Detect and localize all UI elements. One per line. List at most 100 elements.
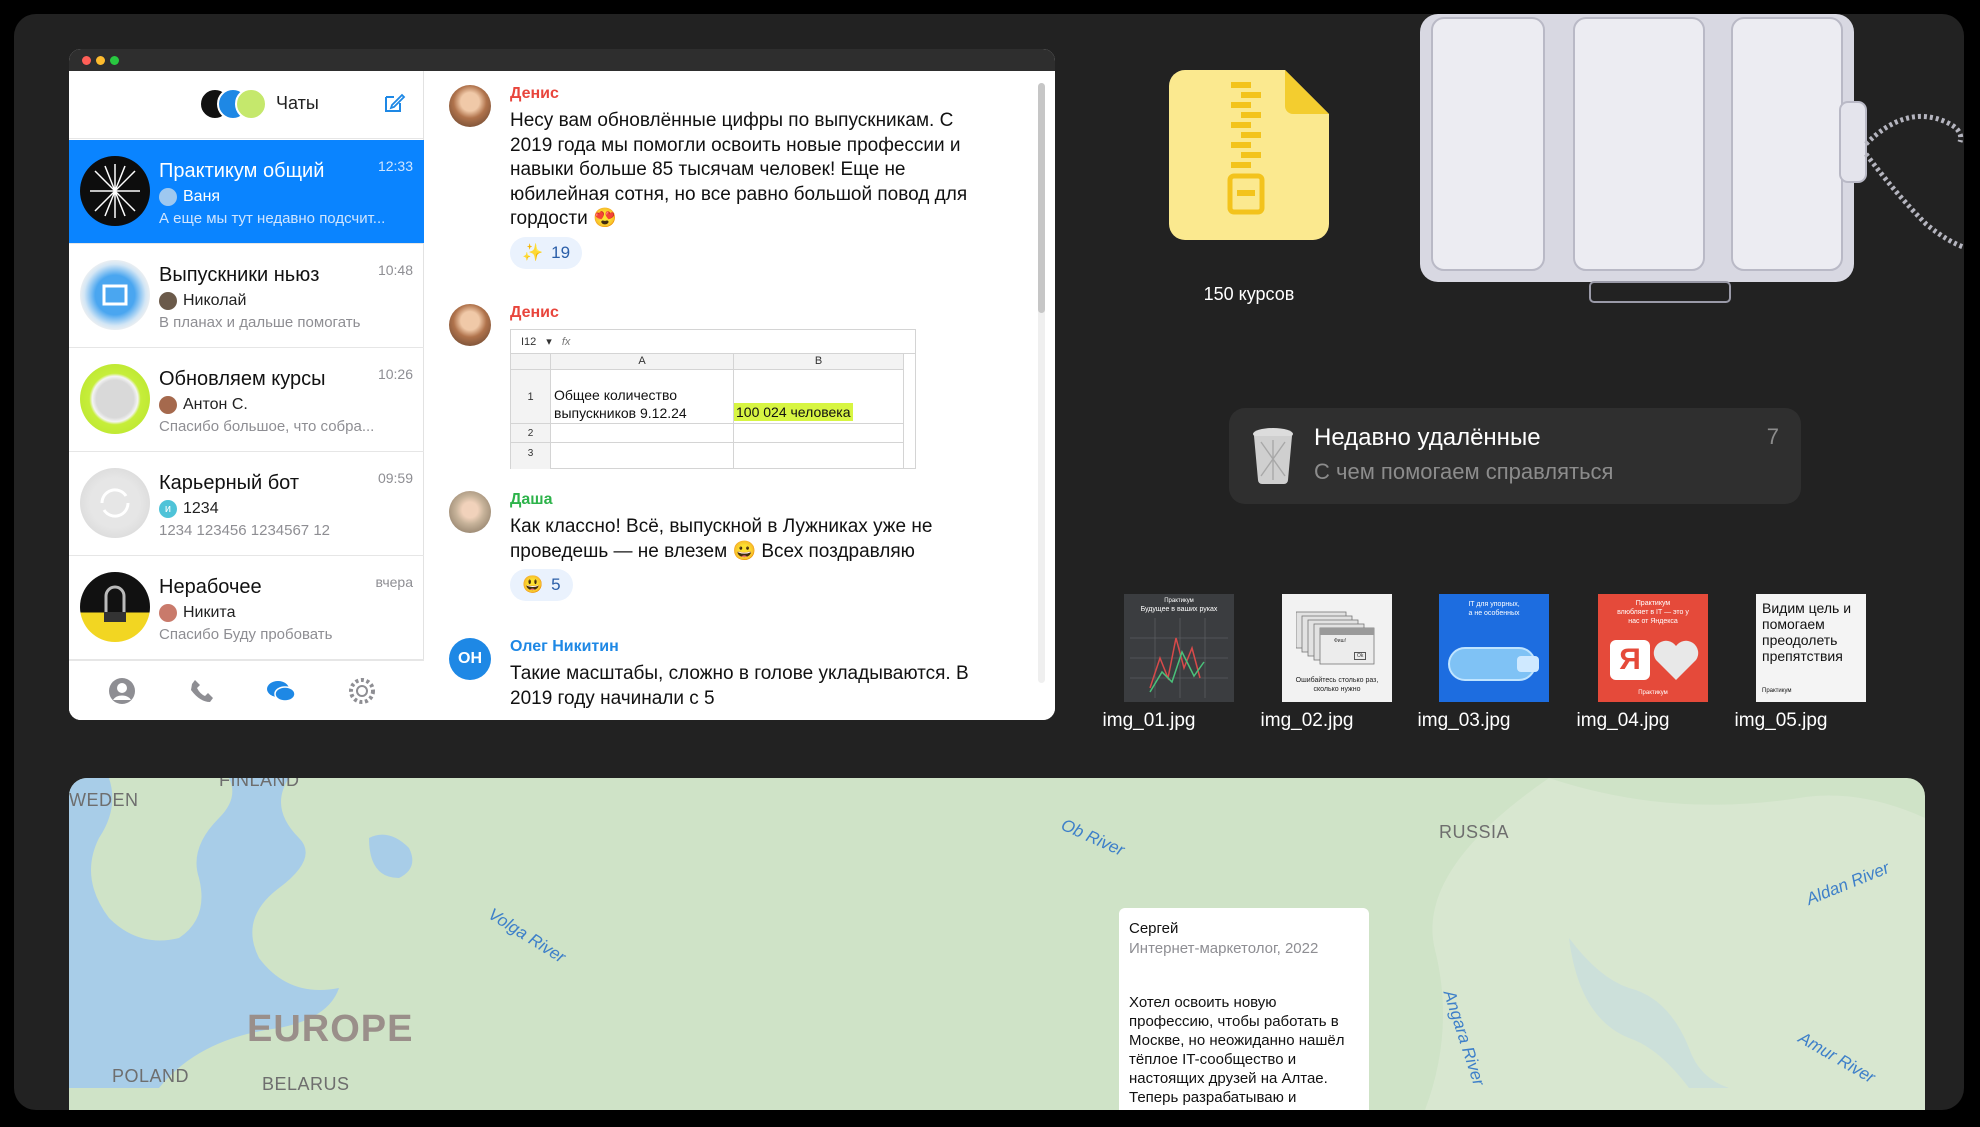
page-title: Чаты <box>276 93 319 113</box>
chat-item-off-topic[interactable]: Нерабочее вчера Никита Спасибо Буду проб… <box>69 556 424 660</box>
thumbnail-footer: Практикум <box>1762 688 1792 694</box>
chat-item-graduates-news[interactable]: Выпускники ньюз 10:48 Николай В планах и… <box>69 244 424 348</box>
archive-file[interactable]: 150 курсов <box>1169 70 1329 306</box>
chat-avatar <box>80 364 150 434</box>
thumbnail-caption: IT для упорных, а не особенных <box>1468 601 1520 617</box>
message-author[interactable]: Денис <box>510 304 559 322</box>
chat-avatar <box>80 572 150 642</box>
chat-sender: Ваня <box>159 188 220 206</box>
chat-item-praktikum-general[interactable]: Практикум общий 12:33 Ваня А еще мы тут … <box>69 140 424 244</box>
image-thumbnail-1[interactable]: Практикум Будущее в ваших руках <box>1124 594 1234 702</box>
thumbnail-brand: Практикум <box>1635 600 1671 607</box>
message-author[interactable]: Олег Никитин <box>510 638 619 656</box>
window-titlebar[interactable] <box>69 49 1055 71</box>
pill-box-icon <box>1420 14 1964 303</box>
widget-subtitle: С чем помогаем справляться <box>1314 459 1614 484</box>
map-label-continent: EUROPE <box>247 1008 414 1050</box>
chat-time: вчера <box>375 574 413 590</box>
thumbnail-caption: влюбляет в IT — это у нас от Яндекса <box>1617 609 1689 625</box>
message-author[interactable]: Даша <box>510 491 553 509</box>
sender-avatar <box>159 188 177 206</box>
chat-time: 10:26 <box>377 366 413 382</box>
sender-name: Никита <box>183 604 236 621</box>
chat-sender: Николай <box>159 292 246 310</box>
chat-preview: Спасибо Буду пробовать <box>159 626 333 643</box>
message-avatar-initials[interactable]: ОН <box>449 638 491 680</box>
chat-preview: А еще мы тут недавно подсчит... <box>159 210 386 227</box>
account-avatar[interactable] <box>235 88 267 120</box>
chat-avatar <box>80 468 150 538</box>
map-label: POLAND <box>112 1066 190 1086</box>
thumbnail-brand: Практикум <box>1164 598 1194 604</box>
widget-title: Недавно удалённые <box>1314 424 1541 451</box>
chat-time: 09:59 <box>377 470 413 486</box>
chat-preview: 1234 123456 1234567 12 <box>159 522 331 539</box>
stacked-windows-icon <box>1296 611 1375 665</box>
pill-box-image[interactable] <box>1410 14 1964 314</box>
close-window-button[interactable] <box>82 56 91 65</box>
pill-capsule-icon <box>1448 647 1539 681</box>
chat-list-sidebar: Чаты Практикум общий 12:33 Ваня А еще мы… <box>69 71 424 720</box>
account-switcher[interactable] <box>199 88 267 120</box>
maximize-window-button[interactable] <box>110 56 119 65</box>
function-icon: fx <box>561 335 571 348</box>
map-label: FINLAND <box>219 778 300 790</box>
item-count: 7 <box>1766 424 1779 449</box>
chat-name: Карьерный бот <box>159 472 300 494</box>
chat-name: Обновляем курсы <box>159 368 326 390</box>
thumbnail-caption: Видим цель и помогаем преодолеть препятс… <box>1762 600 1852 664</box>
phone-icon[interactable] <box>187 676 217 706</box>
reaction-badge[interactable]: 😃 5 <box>510 569 573 601</box>
zip-archive-icon <box>1169 70 1329 240</box>
file-name: 150 курсов <box>1203 284 1295 304</box>
message-avatar[interactable] <box>449 491 491 533</box>
message-avatar[interactable] <box>449 304 491 346</box>
chat-scrollbar[interactable] <box>1038 83 1045 683</box>
sheet-cell-b1: 100 024 человека <box>734 403 853 421</box>
chat-item-career-bot[interactable]: Карьерный бот 09:59 и 1234 1234 123456 12… <box>69 452 424 556</box>
bottom-nav <box>69 660 424 720</box>
reaction-badge[interactable]: ✨ 19 <box>510 237 583 269</box>
reaction-emoji: 😃 <box>522 575 544 594</box>
row-header: 3 <box>511 443 551 469</box>
chat-conversation: Денис Несу вам обновлённые цифры по выпу… <box>425 71 1055 720</box>
image-thumbnail-4[interactable]: Практикум влюбляет в IT — это у нас от Я… <box>1598 594 1708 702</box>
spreadsheet-attachment[interactable]: I12 ▾ fx A B 1 Общее количество выпускни… <box>510 329 916 469</box>
chat-item-updating-courses[interactable]: Обновляем курсы 10:26 Антон С. Спасибо б… <box>69 348 424 452</box>
chats-icon[interactable] <box>266 676 296 706</box>
message-author[interactable]: Денис <box>510 85 559 103</box>
sender-avatar <box>159 292 177 310</box>
chat-sender: Никита <box>159 604 235 622</box>
reaction-count: 5 <box>551 575 561 594</box>
desktop-screen: Чаты Практикум общий 12:33 Ваня А еще мы… <box>14 14 1964 1110</box>
sheet-formula-bar: I12 ▾ fx <box>511 330 915 354</box>
sender-avatar <box>159 604 177 622</box>
settings-gear-icon[interactable] <box>347 676 377 706</box>
file-name: img_02.jpg <box>1260 710 1354 731</box>
image-thumbnail-5[interactable]: Видим цель и помогаем преодолеть препятс… <box>1756 594 1866 702</box>
message-avatar[interactable] <box>449 85 491 127</box>
device-frame: Чаты Практикум общий 12:33 Ваня А еще мы… <box>0 0 1980 1127</box>
recently-deleted-widget[interactable]: Недавно удалённые С чем помогаем справля… <box>1229 408 1801 504</box>
message-text: Как классно! Всё, выпускной в Лужниках у… <box>510 516 933 562</box>
chat-avatar <box>80 260 150 330</box>
minimize-window-button[interactable] <box>96 56 105 65</box>
sender-avatar <box>159 396 177 414</box>
thumbnail-caption: Будущее в ваших руках <box>1140 606 1218 613</box>
dialog-ok-button: Ok <box>1354 652 1367 660</box>
image-thumbnail-3[interactable]: IT для упорных, а не особенных <box>1439 594 1549 702</box>
scroll-thumb[interactable] <box>1038 83 1045 313</box>
profile-icon[interactable] <box>107 676 137 706</box>
review-card[interactable]: Сергей Интернет-маркетолог, 2022 Хотел о… <box>1119 908 1369 1110</box>
map-view[interactable]: FINLAND WEDEN RUSSIA EUROPE POLAND BELAR… <box>69 778 1925 1110</box>
sender-name: Антон С. <box>183 396 248 413</box>
message: Денис I12 ▾ fx A B 1 Общее количество вы… <box>449 304 1009 474</box>
image-thumbnail-2[interactable]: Фиш! Ok Ошибайтесь столько раз, сколько … <box>1282 594 1392 702</box>
compose-icon[interactable] <box>382 91 406 115</box>
chat-name: Нерабочее <box>159 576 262 598</box>
review-role: Интернет-маркетолог, 2022 <box>1129 940 1319 957</box>
chat-name: Практикум общий <box>159 160 325 182</box>
hand-chart-icon <box>1130 618 1228 698</box>
sender-badge: и <box>159 500 177 518</box>
chat-avatar <box>80 156 150 226</box>
